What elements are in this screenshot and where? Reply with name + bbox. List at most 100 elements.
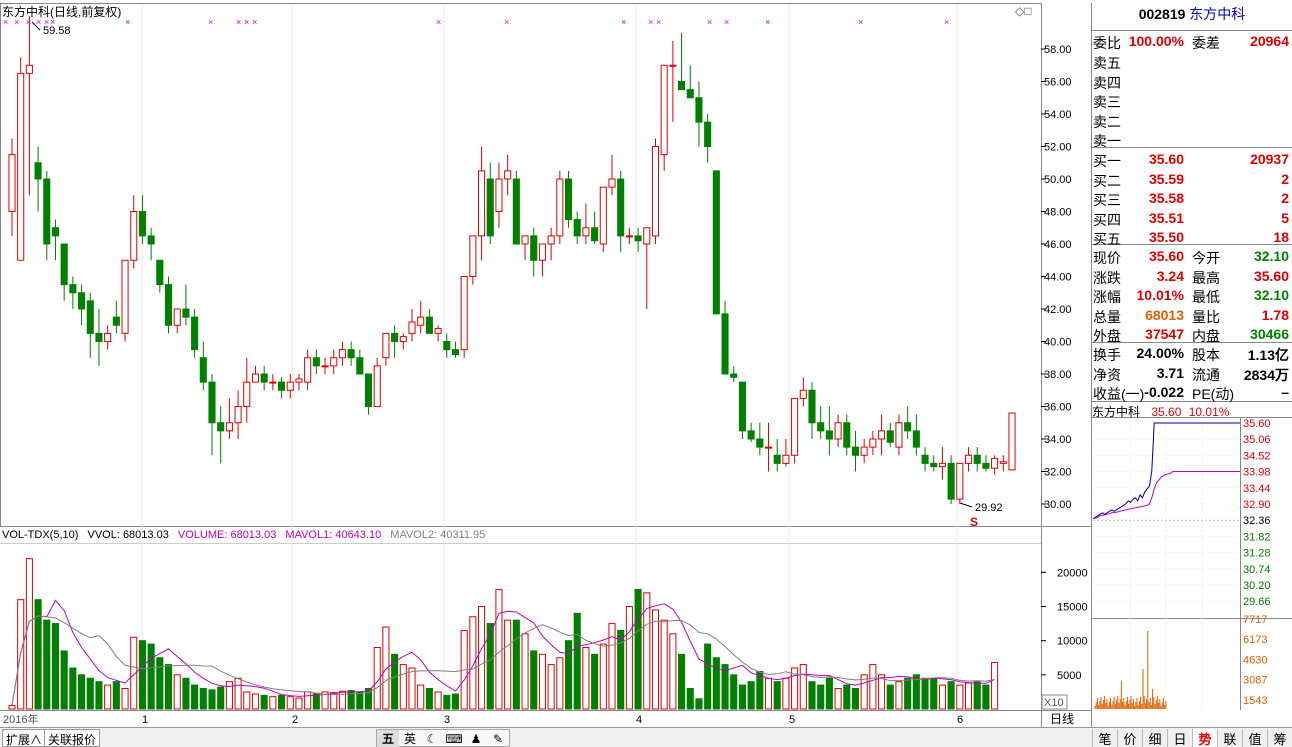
candle-body <box>573 219 581 237</box>
ime-wubi-icon[interactable]: 五 <box>377 730 399 747</box>
price-axis-label: 38.00 <box>1044 369 1072 381</box>
volume-bar <box>530 650 538 710</box>
candle-body <box>764 446 773 449</box>
price-axis-label: 36.00 <box>1044 402 1072 414</box>
candle-body <box>338 349 346 359</box>
volume-bar <box>251 693 260 710</box>
candle-body <box>243 381 251 407</box>
chart-mode-icons[interactable]: ◇□ <box>1015 4 1031 18</box>
mini-price-axis-label: 35.60 <box>1243 418 1271 430</box>
event-marker[interactable]: × <box>252 17 257 27</box>
mini-price-axis-label: 33.44 <box>1243 483 1271 495</box>
ime-toolbar[interactable]: 五英 ☾ ⌨ ♟ ✎ <box>376 729 510 747</box>
volume-indicator-header: VOL-TDX(5,10) VVOL: 68013.03 VOLUME: 680… <box>2 529 491 541</box>
right-tab-0[interactable]: 笔 <box>1092 729 1117 747</box>
event-marker[interactable]: × <box>236 17 241 27</box>
intraday-mini-chart: 35.60 35.06 34.52 33.98 33.44 32.90 32.36 31.82… <box>1092 418 1271 710</box>
candle-body <box>304 357 312 383</box>
price-axis-label: 56.00 <box>1044 77 1072 89</box>
candle-body <box>521 235 529 245</box>
volume-bar <box>504 619 512 710</box>
volume-bar <box>269 696 277 710</box>
ime-user-icon[interactable]: ♟ <box>465 732 487 746</box>
candle-body <box>704 121 712 147</box>
sell-level-row: 卖四 <box>1093 74 1121 91</box>
volume-bar <box>825 677 833 710</box>
fundamental-row: 净资 3.71 流通 2834万 <box>1093 364 1289 383</box>
candle-body <box>86 300 94 334</box>
candle-body <box>112 316 120 326</box>
related-quote-tab[interactable]: 关联报价 <box>44 729 101 747</box>
low-label: 29.92 <box>975 502 1003 514</box>
ime-keyboard-icon[interactable]: ⌨ <box>443 732 465 746</box>
mini-chart-header: 东方中科 35.60 10.01% <box>1092 403 1229 420</box>
candle-body <box>599 186 607 245</box>
right-tab-5[interactable]: 联 <box>1217 729 1242 747</box>
event-marker[interactable]: × <box>724 17 729 27</box>
event-marker[interactable]: × <box>208 17 213 27</box>
candle-body <box>43 178 51 245</box>
candle-body <box>660 64 668 156</box>
event-marker[interactable]: × <box>244 17 249 27</box>
volume-bar <box>982 684 990 710</box>
candle-body <box>138 211 146 237</box>
volume-bar <box>304 691 312 710</box>
candle-body <box>817 422 825 432</box>
right-tab-2[interactable]: 细 <box>1142 729 1167 747</box>
candle-body <box>199 357 207 383</box>
volume-bar <box>138 640 146 710</box>
x10-toggle[interactable]: X10 <box>1044 697 1064 709</box>
mini-price-axis-label: 31.28 <box>1243 548 1271 560</box>
event-marker[interactable]: × <box>436 17 441 27</box>
volume-bar <box>51 623 60 710</box>
price-axis-label: 44.00 <box>1044 272 1072 284</box>
volume-bar <box>521 633 529 710</box>
candle-body <box>730 373 738 378</box>
mini-pct: 10.01% <box>1188 405 1230 419</box>
right-tab-4[interactable]: 势 <box>1192 729 1217 747</box>
event-marker[interactable]: × <box>648 17 653 27</box>
ime-tool-icon[interactable]: ✎ <box>487 732 509 746</box>
volume-bar <box>234 677 242 710</box>
event-marker[interactable]: × <box>504 17 509 27</box>
volume-bar <box>573 612 581 710</box>
volume-bar <box>799 664 807 710</box>
event-marker[interactable]: × <box>944 17 949 27</box>
volume-bar <box>878 674 886 710</box>
volume-bar <box>660 619 668 710</box>
right-tab-7[interactable]: 筹 <box>1267 729 1292 747</box>
event-marker[interactable]: × <box>621 17 626 27</box>
volume-bar <box>991 662 999 710</box>
vol-indicator-name[interactable]: VOL-TDX(5,10) <box>2 529 78 541</box>
event-marker[interactable]: × <box>707 17 712 27</box>
candle-body <box>695 97 703 123</box>
volume-bar <box>356 691 364 710</box>
extend-tab[interactable]: 扩展∧ <box>2 729 47 747</box>
volume-bar <box>921 677 929 710</box>
event-marker[interactable]: × <box>858 17 863 27</box>
price-axis-label: 42.00 <box>1044 304 1072 316</box>
mini-stock-name: 东方中科 <box>1092 405 1141 419</box>
period-label[interactable]: 日线 <box>1050 712 1074 726</box>
candle-body <box>225 422 233 432</box>
volume-bar <box>60 650 68 710</box>
mini-volume-axis-label: 3087 <box>1243 675 1267 687</box>
right-tab-3[interactable]: 日 <box>1167 729 1192 747</box>
ime-moon-icon[interactable]: ☾ <box>421 732 443 746</box>
event-marker[interactable]: × <box>765 17 770 27</box>
volume-bar <box>834 688 842 710</box>
candle-body <box>173 308 181 326</box>
right-tab-1[interactable]: 价 <box>1117 729 1142 747</box>
sell-level-row: 卖五 <box>1093 55 1121 71</box>
volume-bar <box>643 592 651 710</box>
event-marker[interactable]: × <box>125 17 130 27</box>
event-marker[interactable]: × <box>656 17 661 27</box>
candle-body <box>643 227 651 245</box>
candle-body <box>825 430 833 440</box>
candle-body <box>382 332 390 359</box>
volume-bar <box>156 657 164 710</box>
volume-bar <box>260 694 268 710</box>
right-tab-6[interactable]: 值 <box>1242 729 1267 747</box>
ime-english-icon[interactable]: 英 <box>399 730 421 747</box>
price-axis-label: 34.00 <box>1044 434 1072 446</box>
